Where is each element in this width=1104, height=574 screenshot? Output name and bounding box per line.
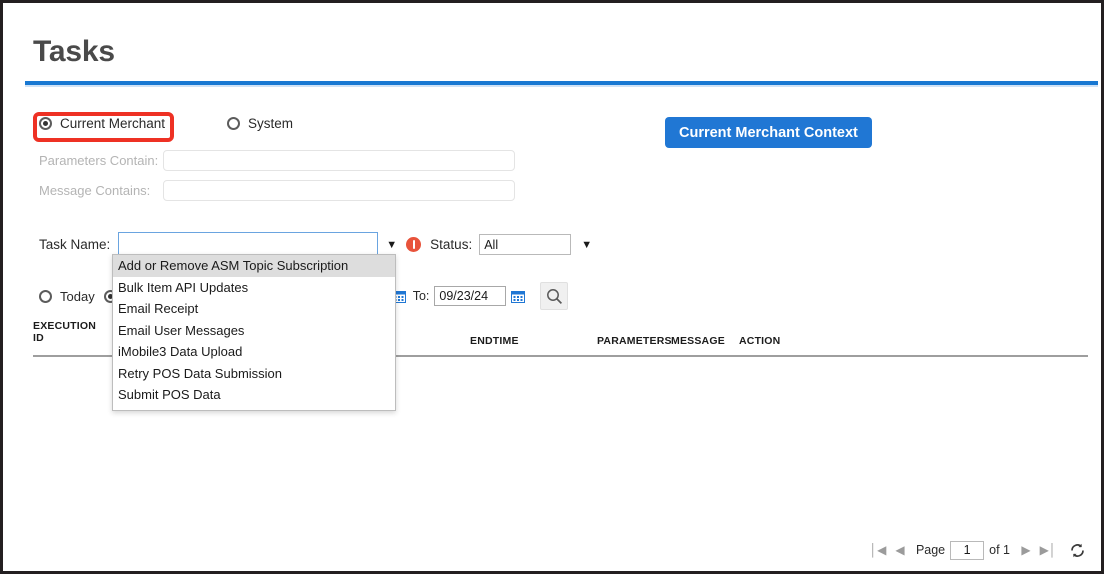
page-total-label: of 1	[989, 543, 1010, 557]
status-selected-value: All	[484, 237, 499, 252]
column-header-action: ACTION	[739, 335, 781, 347]
radio-icon-today[interactable]	[39, 289, 52, 303]
dropdown-option-3[interactable]: Email User Messages	[113, 320, 395, 342]
message-contains-row: Message Contains:	[39, 180, 515, 201]
search-icon	[546, 288, 562, 304]
date-range-controls: To:	[387, 282, 569, 310]
chevron-down-icon-status[interactable]: ▼	[581, 239, 592, 251]
column-header-parameters: PARAMETERS	[597, 335, 672, 347]
radio-icon-system[interactable]	[227, 117, 241, 130]
calendar-icon-to[interactable]	[511, 290, 526, 303]
column-header-execution-id: EXECUTION ID	[33, 320, 97, 344]
column-header-message: MESSAGE	[671, 335, 725, 347]
message-contains-label: Message Contains:	[39, 183, 151, 198]
warning-icon	[406, 237, 422, 252]
last-page-icon[interactable]: ▶│	[1037, 539, 1059, 561]
current-merchant-context-button[interactable]: Current Merchant Context	[665, 117, 872, 148]
date-to-input[interactable]	[434, 286, 507, 306]
previous-page-icon[interactable]: ◀	[889, 539, 911, 561]
page-label: Page	[915, 543, 946, 557]
chevron-down-icon-task-name[interactable]: ▼	[386, 239, 397, 251]
dropdown-option-5[interactable]: Retry POS Data Submission	[113, 363, 395, 385]
tasks-page: Tasks Current Merchant System Current Me…	[0, 0, 1104, 574]
status-label: Status:	[430, 237, 473, 252]
title-divider-soft	[25, 85, 1098, 87]
column-header-endtime: ENDTIME	[470, 335, 519, 347]
pagination-bar: │◀ ◀ Page of 1 ▶ ▶│	[867, 537, 1087, 563]
scope-label-current-merchant: Current Merchant	[60, 116, 166, 131]
next-page-icon[interactable]: ▶	[1015, 539, 1037, 561]
dropdown-option-4[interactable]: iMobile3 Data Upload	[113, 341, 395, 363]
scope-radio-system[interactable]: System	[227, 116, 293, 131]
scope-label-system: System	[248, 116, 294, 131]
search-button[interactable]	[540, 282, 569, 310]
dropdown-option-6[interactable]: Submit POS Data	[113, 384, 395, 406]
scope-radio-current-merchant[interactable]: Current Merchant	[39, 116, 165, 131]
dropdown-option-1[interactable]: Bulk Item API Updates	[113, 277, 395, 299]
message-contains-input[interactable]	[163, 180, 515, 201]
task-name-dropdown-list[interactable]: Add or Remove ASM Topic Subscription Bul…	[112, 254, 396, 411]
refresh-icon[interactable]	[1067, 540, 1087, 560]
scope-radio-group: Current Merchant System	[39, 116, 355, 131]
parameters-contain-row: Parameters Contain:	[39, 150, 515, 171]
today-label: Today	[60, 288, 95, 304]
page-title: Tasks	[33, 35, 115, 68]
to-label: To:	[412, 289, 430, 303]
page-number-input[interactable]	[950, 540, 985, 560]
parameters-contain-label: Parameters Contain:	[39, 153, 159, 168]
radio-icon-current-merchant[interactable]	[39, 117, 52, 130]
status-dropdown[interactable]: All	[479, 234, 572, 255]
dropdown-option-0[interactable]: Add or Remove ASM Topic Subscription	[113, 255, 395, 277]
task-name-label: Task Name:	[39, 237, 111, 252]
parameters-contain-input[interactable]	[163, 150, 515, 171]
first-page-icon[interactable]: │◀	[867, 539, 889, 561]
dropdown-option-2[interactable]: Email Receipt	[113, 298, 395, 320]
